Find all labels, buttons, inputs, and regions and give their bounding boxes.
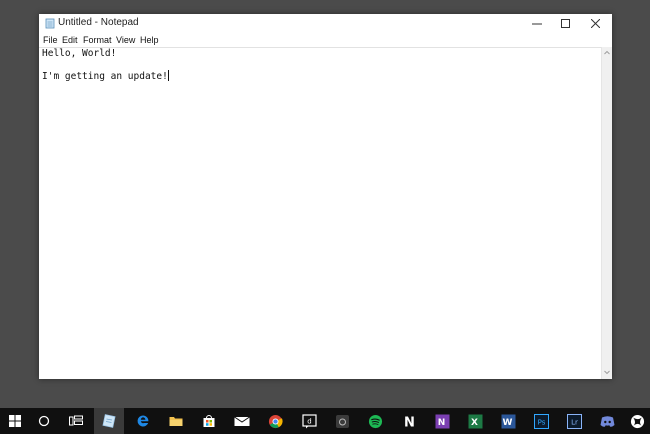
mail-icon	[234, 416, 250, 426]
store-icon	[203, 415, 215, 427]
xbox-icon	[630, 414, 644, 428]
spotify-icon	[368, 414, 382, 428]
menu-file[interactable]: File	[43, 35, 58, 45]
notepad-icon	[45, 18, 55, 29]
editor-line-with-caret: I'm getting an update!	[42, 70, 601, 82]
taskbar-chrome[interactable]	[260, 408, 290, 434]
menu-view[interactable]: View	[116, 35, 135, 45]
window-title: Untitled - Notepad	[58, 17, 139, 28]
taskbar: d N N X W Ps Lr	[0, 408, 650, 434]
menu-format[interactable]: Format	[83, 35, 112, 45]
maximize-button[interactable]	[550, 14, 580, 33]
n-app-icon: N	[404, 415, 415, 429]
task-view-button[interactable]	[61, 408, 91, 434]
file-explorer-icon	[169, 417, 183, 426]
taskbar-discord[interactable]	[592, 408, 622, 434]
taskbar-notepad[interactable]	[94, 408, 124, 434]
text-editor[interactable]: Hello, World! I'm getting an update!	[39, 47, 601, 379]
scroll-down-arrow-icon[interactable]	[604, 369, 610, 375]
svg-text:N: N	[404, 415, 415, 429]
notepad-app-icon	[102, 414, 116, 428]
minimize-button[interactable]	[522, 14, 552, 33]
taskbar-word[interactable]: W	[493, 408, 523, 434]
svg-text:d: d	[307, 417, 311, 425]
taskbar-mail[interactable]	[227, 408, 257, 434]
title-bar[interactable]: Untitled - Notepad	[39, 14, 612, 33]
taskbar-dictionary-app[interactable]: d	[294, 408, 324, 434]
notepad-window: Untitled - Notepad File Edit Format View…	[39, 14, 612, 379]
discord-icon	[600, 415, 614, 427]
chrome-icon	[268, 414, 283, 428]
maximize-icon	[560, 19, 570, 28]
taskbar-photoshop[interactable]: Ps	[526, 408, 556, 434]
menu-bar: File Edit Format View Help	[39, 34, 612, 47]
close-button[interactable]	[580, 14, 610, 33]
taskbar-xbox[interactable]	[622, 408, 650, 434]
svg-text:Ps: Ps	[537, 418, 545, 426]
dictionary-app-icon: d	[301, 413, 317, 428]
taskbar-spotify[interactable]	[360, 408, 390, 434]
minimize-icon	[532, 23, 542, 24]
camera-app-icon	[335, 414, 349, 428]
taskbar-onenote[interactable]: N	[427, 408, 457, 434]
editor-line: Hello, World!	[42, 48, 117, 59]
taskbar-n-app[interactable]: N	[394, 408, 424, 434]
lightroom-icon: Lr	[566, 413, 582, 429]
taskbar-store[interactable]	[194, 408, 224, 434]
taskbar-excel[interactable]: X	[460, 408, 490, 434]
vertical-scrollbar[interactable]	[601, 47, 612, 379]
cortana-search-icon	[38, 415, 50, 427]
windows-start-icon	[9, 415, 21, 427]
taskbar-edge[interactable]	[128, 408, 158, 434]
svg-text:Lr: Lr	[571, 418, 578, 426]
scroll-up-arrow-icon[interactable]	[604, 50, 610, 56]
edge-browser-icon	[137, 415, 149, 427]
svg-text:W: W	[502, 418, 512, 428]
taskbar-file-explorer[interactable]	[161, 408, 191, 434]
close-icon	[590, 19, 600, 28]
svg-text:N: N	[437, 418, 445, 428]
taskbar-lightroom[interactable]: Lr	[559, 408, 589, 434]
onenote-icon: N	[435, 414, 449, 428]
task-view-icon	[69, 415, 83, 426]
start-button[interactable]	[0, 408, 30, 434]
word-icon: W	[501, 414, 515, 428]
excel-icon: X	[468, 414, 482, 428]
photoshop-icon: Ps	[533, 413, 549, 429]
menu-edit[interactable]: Edit	[62, 35, 78, 45]
taskbar-camera-app[interactable]	[327, 408, 357, 434]
cortana-button[interactable]	[29, 408, 59, 434]
svg-text:X: X	[471, 418, 478, 428]
menu-help[interactable]: Help	[140, 35, 159, 45]
editor-line-text: I'm getting an update!	[42, 71, 168, 82]
text-caret	[167, 70, 169, 81]
